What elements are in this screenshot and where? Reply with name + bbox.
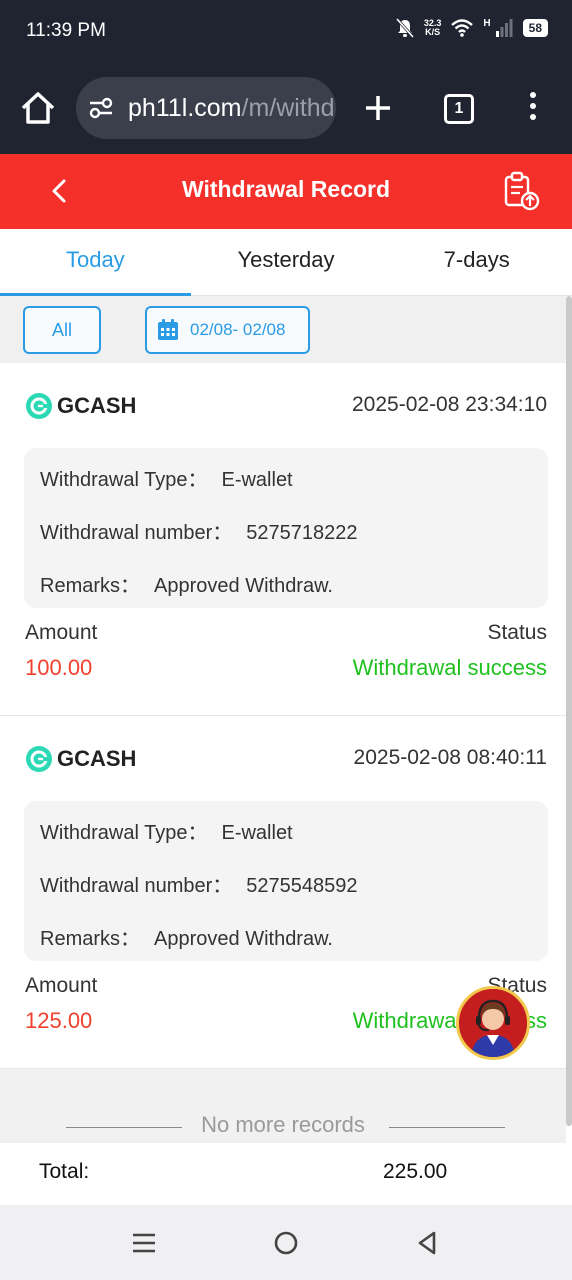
record-datetime: 2025-02-08 23:34:10 [352,393,547,416]
no-more-records: No more records [201,1112,365,1137]
amount-label: Amount [25,974,98,997]
date-tabs: Today Yesterday 7-days [0,229,572,296]
withdrawal-number-value: 5275718222 [246,522,358,544]
net-speed-unit: K/S [425,27,441,37]
total-label: Total: [39,1160,90,1183]
tabs-icon[interactable]: 1 [444,94,474,124]
site-settings-icon[interactable] [88,96,114,120]
date-range-text: 02/08- 02/08 [190,320,286,339]
withdrawal-type-label: Withdrawal Type： [40,822,208,844]
remarks-label: Remarks： [40,575,141,597]
recents-icon[interactable] [130,1229,158,1257]
provider-name: GCASH [57,393,137,418]
status-label: Status [487,621,547,644]
system-nav-bar [0,1205,572,1280]
url-text[interactable]: ph11l.com/m/withd [128,94,335,123]
more-vert-icon[interactable] [526,92,540,126]
signal-type: H [483,17,491,29]
withdrawal-type-row: Withdrawal Type： E-wallet [40,463,293,492]
withdrawal-number-value: 5275548592 [246,875,358,897]
withdrawal-type-label: Withdrawal Type： [40,469,208,491]
list-end: No more records [0,1069,566,1144]
url-path: /m/withd [241,94,335,122]
tab-7-days[interactable]: 7-days [381,229,572,295]
list-item: GCASH 2025-02-08 23:34:10 Withdrawal Typ… [0,363,566,716]
record-datetime: 2025-02-08 08:40:11 [353,746,547,769]
total-value: 225.00 [383,1160,448,1183]
status-bar: 11:39 PM 32.3 K/S H 58 [0,0,572,64]
url-domain: ph11l.com [128,94,242,122]
record-details: Withdrawal Type： E-wallet Withdrawal numb… [24,448,548,608]
back-triangle-icon[interactable] [414,1229,442,1257]
amount-label: Amount [25,621,98,644]
withdrawal-number-row: Withdrawal number： 5275718222 [40,516,358,545]
gcash-logo-icon [26,746,52,772]
scrollbar[interactable] [566,296,572,1126]
status-value: Withdrawal success [352,655,547,680]
withdrawal-number-label: Withdrawal number： [40,522,233,544]
wifi-icon [451,19,474,37]
provider-name: GCASH [57,746,137,771]
provider: GCASH [26,393,136,419]
plus-icon[interactable] [362,88,394,128]
remarks-row: Remarks： Approved Withdraw. [40,922,333,951]
withdrawal-number-row: Withdrawal number： 5275548592 [40,869,358,898]
divider [389,1127,505,1128]
amount-value: 100.00 [25,655,93,680]
record-details: Withdrawal Type： E-wallet Withdrawal numb… [24,801,548,961]
type-filter-button[interactable]: All [23,306,101,354]
filter-row: All 02/08- 02/08 [0,296,566,363]
calendar-icon [158,319,178,340]
signal-icon [495,19,513,37]
withdrawal-type-value: E-wallet [221,469,293,491]
tab-today[interactable]: Today [0,229,191,296]
export-record-icon[interactable] [502,171,540,211]
withdrawal-type-row: Withdrawal Type： E-wallet [40,816,293,845]
mute-bell-icon [395,18,414,38]
status-time: 11:39 PM [26,20,106,41]
total-bar: Total: 225.00 [0,1143,572,1205]
remarks-value: Approved Withdraw. [154,928,333,950]
app-header: Withdrawal Record [0,154,572,229]
remarks-value: Approved Withdraw. [154,575,333,597]
remarks-label: Remarks： [40,928,141,950]
withdrawal-number-label: Withdrawal number： [40,875,233,897]
status-icons: 32.3 K/S H 58 [395,17,548,38]
gcash-logo-icon [26,393,52,419]
date-range-button[interactable]: 02/08- 02/08 [145,306,310,354]
net-speed: 32.3 K/S [424,19,442,37]
amount-value: 125.00 [25,1008,93,1033]
withdrawal-type-value: E-wallet [221,822,293,844]
support-agent-button[interactable] [456,986,530,1060]
home-circle-icon[interactable] [272,1229,300,1257]
provider: GCASH [26,746,136,772]
remarks-row: Remarks： Approved Withdraw. [40,569,333,598]
battery-indicator: 58 [522,19,548,37]
home-icon[interactable] [18,88,58,128]
address-bar[interactable]: ph11l.com/m/withd [76,77,336,139]
support-agent-icon [459,989,527,1057]
browser-toolbar: ph11l.com/m/withd 1 [0,64,572,154]
page-title: Withdrawal Record [181,176,391,202]
tab-yesterday[interactable]: Yesterday [191,229,382,295]
